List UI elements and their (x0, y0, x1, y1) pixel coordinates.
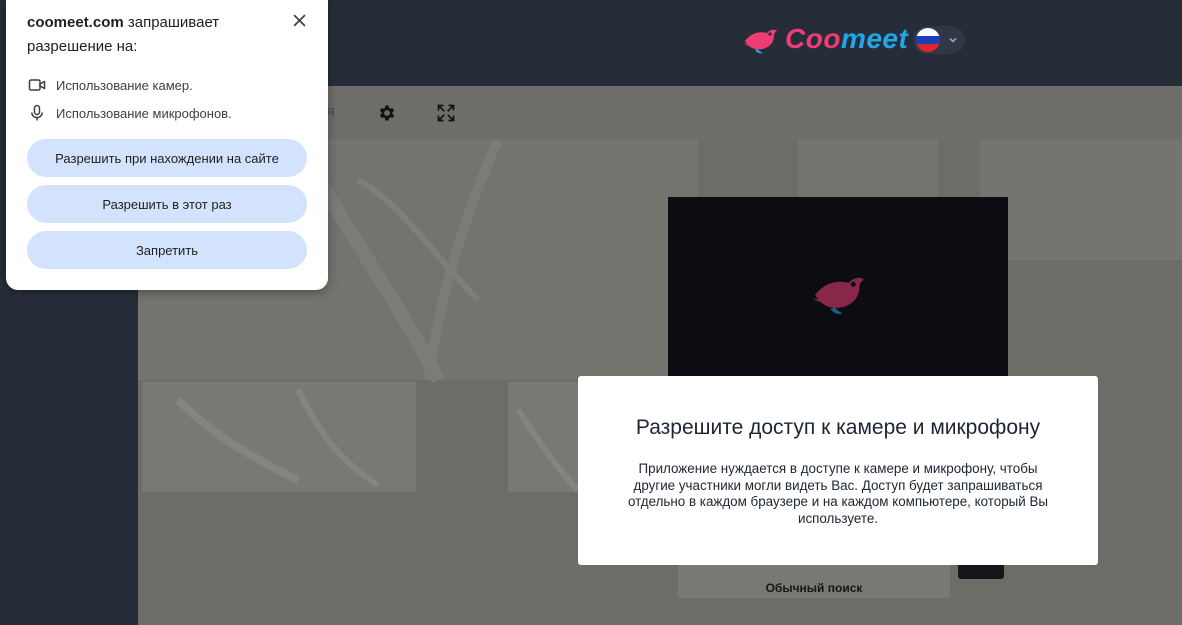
access-modal-title: Разрешите доступ к камере и микрофону (635, 416, 1041, 439)
close-button[interactable] (290, 11, 308, 29)
permission-microphone: Использование микрофонов. (28, 104, 232, 122)
allow-this-time-button[interactable]: Разрешить в этот раз (27, 185, 307, 223)
permission-prompt: coomeet.com запрашивает разрешение на: И… (6, 0, 328, 290)
permission-camera: Использование камер. (28, 76, 193, 94)
permission-site: coomeet.com (27, 14, 124, 31)
camera-access-modal: Разрешите доступ к камере и микрофону Пр… (578, 376, 1098, 565)
microphone-icon (31, 104, 43, 121)
logo-text: Coomeet (785, 23, 909, 54)
fullscreen-icon (437, 104, 455, 122)
fullscreen-button[interactable] (434, 101, 458, 125)
access-modal-text: Приложение нуждается в доступе к камере … (627, 461, 1049, 526)
bird-logo-icon (812, 277, 864, 314)
permission-microphone-label: Использование микрофонов. (56, 105, 232, 121)
russia-flag-icon (916, 28, 940, 52)
chevron-down-icon (949, 37, 957, 43)
gear-icon (379, 105, 395, 121)
regular-search-label: Обычный поиск (765, 581, 863, 595)
settings-button[interactable] (375, 101, 399, 125)
close-icon (292, 13, 306, 27)
coomeet-logo[interactable]: Coomeet (741, 22, 908, 56)
language-selector[interactable] (913, 26, 965, 54)
local-video-preview (668, 197, 1008, 387)
allow-while-visiting-button[interactable]: Разрешить при нахождении на сайте (27, 139, 307, 177)
bird-logo-icon (743, 29, 777, 54)
search-mode-panel[interactable]: Обычный поиск (678, 562, 950, 598)
deny-button[interactable]: Запретить (27, 231, 307, 269)
permission-prompt-title: coomeet.com запрашивает разрешение на: (27, 14, 220, 55)
permission-camera-label: Использование камер. (56, 77, 193, 93)
camera-icon (28, 79, 46, 91)
